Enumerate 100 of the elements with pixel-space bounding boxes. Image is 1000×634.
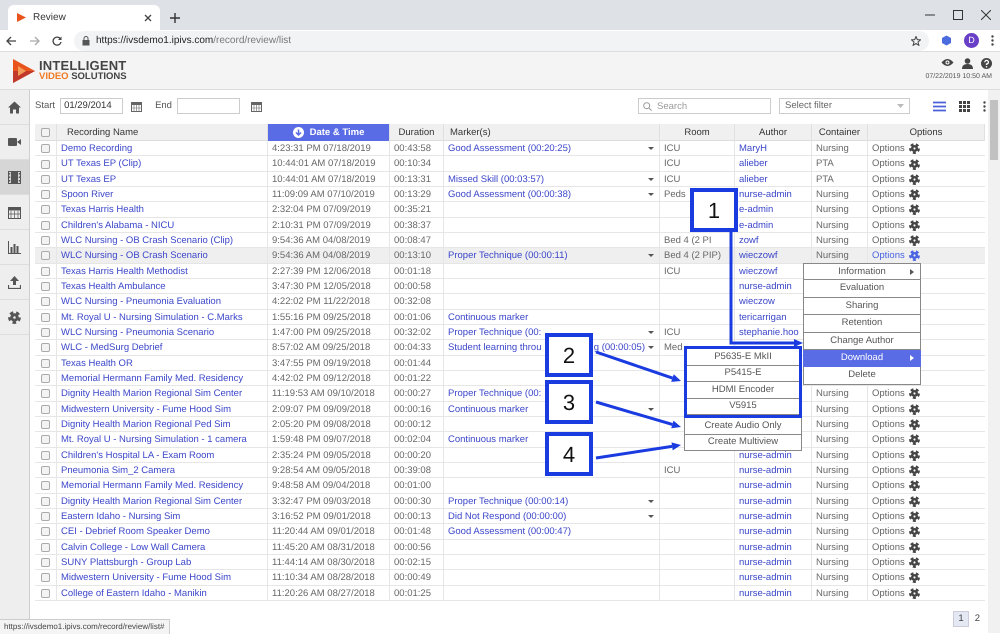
menu-item[interactable]: Information (803, 263, 921, 280)
calendar-icon[interactable] (250, 100, 262, 112)
marker-link[interactable]: Missed Skill (00:03:57) (448, 172, 544, 187)
menu-item[interactable]: Create Multiview (684, 434, 802, 451)
options-menu-button[interactable]: Options (872, 386, 920, 402)
options-menu-button[interactable]: Options (872, 141, 920, 156)
recording-link[interactable]: Demo Recording (61, 141, 132, 156)
row-checkbox[interactable] (41, 512, 50, 522)
menu-item[interactable]: Retention (803, 315, 921, 333)
column-header[interactable]: Author (735, 124, 812, 141)
calendar-icon[interactable] (131, 100, 142, 112)
row-checkbox[interactable] (41, 527, 50, 536)
column-header[interactable]: Room (660, 124, 735, 141)
marker-link[interactable]: Student learning throu (448, 340, 542, 356)
marker-link[interactable]: Proper Technique (00:00:11) (448, 248, 568, 264)
gear-icon[interactable] (908, 189, 920, 200)
marker-link[interactable]: Continuous marker (448, 402, 528, 417)
page-button[interactable]: 1 (953, 611, 969, 627)
help-icon[interactable] (981, 58, 992, 70)
author-link[interactable]: zowf (739, 232, 759, 248)
new-tab-icon[interactable] (170, 13, 180, 23)
author-link[interactable]: nurse-admin (739, 508, 792, 524)
author-link[interactable]: nurse-admin (739, 462, 792, 478)
browser-tab[interactable]: Review (8, 5, 160, 30)
row-checkbox[interactable] (41, 404, 50, 414)
row-checkbox[interactable] (41, 160, 50, 168)
gear-icon[interactable] (908, 388, 920, 400)
extension-icon[interactable] (941, 35, 952, 46)
recording-link[interactable]: Dignity Health Marion Regional Sim Center (61, 386, 242, 402)
column-header[interactable]: Date & Time (268, 124, 390, 141)
close-icon[interactable] (981, 10, 991, 20)
recording-link[interactable]: WLC Nursing - OB Crash Scenario (Clip) (61, 232, 234, 248)
gear-icon[interactable] (908, 450, 920, 461)
gear-icon[interactable] (908, 572, 920, 584)
row-checkbox[interactable] (41, 205, 50, 214)
column-header[interactable]: Options (868, 124, 985, 141)
recording-link[interactable]: SUNY Plattsburgh - Group Lab (61, 554, 192, 570)
row-checkbox[interactable] (41, 312, 50, 322)
author-link[interactable]: nurse-admin (739, 570, 792, 586)
recording-link[interactable]: Children's Hospital LA - Exam Room (61, 448, 214, 463)
recording-link[interactable]: Calvin College - Low Wall Camera (61, 540, 206, 555)
author-link[interactable]: e-admin (739, 202, 774, 218)
marker-link[interactable]: Continuous marker (448, 310, 528, 325)
gear-icon[interactable] (908, 204, 920, 216)
select-all-checkbox[interactable] (41, 128, 50, 137)
back-arrow-icon[interactable] (6, 36, 17, 46)
author-link[interactable]: nurse-admin (739, 524, 792, 540)
recording-link[interactable]: Memorial Hermann Family Med. Residency (61, 478, 244, 494)
recording-link[interactable]: Dignity Health Marion Regional Sim Center (61, 494, 242, 509)
row-checkbox[interactable] (41, 466, 50, 476)
author-link[interactable]: wieczowf (739, 264, 778, 279)
menu-item[interactable]: Download (803, 350, 921, 368)
row-checkbox[interactable] (41, 420, 50, 430)
scrollbar[interactable] (988, 90, 1000, 633)
row-checkbox[interactable] (41, 496, 50, 506)
recording-link[interactable]: WLC Nursing - OB Crash Scenario (61, 248, 208, 264)
grid-view-icon[interactable] (959, 100, 970, 112)
gear-icon[interactable] (908, 235, 920, 246)
options-menu-button[interactable]: Options (872, 586, 920, 601)
sidebar-item[interactable] (0, 160, 29, 195)
row-checkbox[interactable] (41, 236, 50, 246)
star-icon[interactable] (911, 36, 921, 46)
caret-icon[interactable] (648, 515, 654, 518)
recording-link[interactable]: College of Eastern Idaho - Manikin (61, 586, 207, 601)
address-bar[interactable]: https://ivsdemo1.ipivs.com/record/review/list (74, 30, 929, 50)
column-header[interactable]: Marker(s) (444, 124, 660, 141)
author-link[interactable]: nurse-admin (739, 186, 792, 202)
column-header[interactable]: Container (812, 124, 868, 141)
gear-icon[interactable] (908, 480, 920, 492)
row-checkbox[interactable] (41, 450, 50, 460)
row-checkbox[interactable] (41, 389, 50, 398)
gear-icon[interactable] (908, 143, 920, 154)
options-menu-button[interactable]: Options (872, 432, 920, 448)
row-checkbox[interactable] (41, 588, 50, 598)
menu-item[interactable]: P5635-E MkII (687, 349, 799, 366)
eye-icon[interactable] (941, 58, 954, 68)
recording-link[interactable]: Eastern Idaho - Nursing Sim (61, 508, 180, 524)
options-menu-button[interactable]: Options (872, 248, 920, 264)
options-menu-button[interactable]: Options (872, 186, 920, 202)
filter-dropdown[interactable]: Select filter (779, 98, 910, 114)
more-icon[interactable] (991, 35, 994, 46)
recording-link[interactable]: Midwestern University - Fume Hood Sim (61, 570, 231, 586)
row-checkbox[interactable] (41, 573, 50, 582)
options-menu-button[interactable]: Options (872, 232, 920, 248)
options-menu-button[interactable]: Options (872, 554, 920, 570)
options-menu-button[interactable]: Options (872, 202, 920, 218)
marker-link[interactable]: Good Assessment (00:00:38) (448, 186, 572, 202)
recording-link[interactable]: Children's Alabama - NICU (61, 218, 174, 233)
author-link[interactable]: nurse-admin (739, 540, 792, 555)
gear-icon[interactable] (908, 542, 920, 553)
recording-link[interactable]: Texas Health OR (61, 356, 133, 371)
caret-icon[interactable] (648, 178, 654, 181)
caret-icon[interactable] (648, 346, 654, 350)
caret-icon[interactable] (648, 147, 654, 150)
recording-link[interactable]: UT Texas EP (Clip) (61, 156, 142, 172)
gear-icon[interactable] (908, 496, 920, 507)
marker-link[interactable]: Did Not Respond (00:00:00) (448, 508, 566, 524)
search-field[interactable]: Search (638, 98, 771, 114)
author-link[interactable]: nurse-admin (739, 278, 792, 294)
recording-link[interactable]: Mt. Royal U - Nursing Simulation - C.Marks (61, 310, 243, 325)
